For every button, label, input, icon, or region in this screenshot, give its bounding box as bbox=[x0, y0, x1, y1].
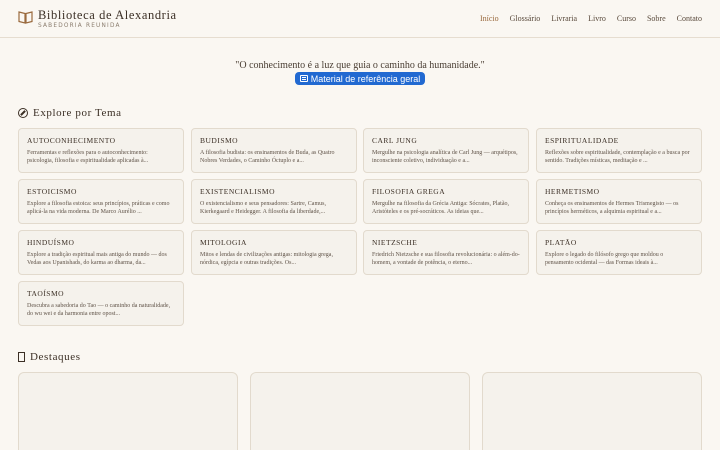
topic-card[interactable]: Espiritualidade Reflexões sobre espiritu… bbox=[536, 128, 702, 173]
site-header: Biblioteca de Alexandria Sabedoria Reuni… bbox=[0, 0, 720, 38]
topic-desc: Mitos e lendas de civilizações antigas: … bbox=[200, 252, 333, 266]
topic-title: Nietzsche bbox=[372, 238, 418, 247]
topic-title: Hermetismo bbox=[545, 187, 600, 196]
reference-badge-label: Material de referência geral bbox=[310, 73, 421, 84]
highlight-card[interactable] bbox=[482, 372, 702, 450]
highlight-card[interactable] bbox=[18, 372, 238, 450]
topic-desc: Friedrich Nietzsche e sua filosofia revo… bbox=[372, 252, 520, 266]
brand-subtitle: Sabedoria Reunida bbox=[38, 23, 121, 29]
main-nav: Início Glossário Livraria Livro Curso So… bbox=[480, 14, 702, 23]
compass-icon bbox=[18, 108, 28, 118]
highlights-section-title: Destaques bbox=[18, 351, 81, 363]
topic-card[interactable]: Nietzsche Friedrich Nietzsche e sua filo… bbox=[363, 230, 529, 275]
nav-item-contato[interactable]: Contato bbox=[677, 14, 702, 23]
nav-item-livraria[interactable]: Livraria bbox=[551, 14, 577, 23]
explore-section-title: Explore por Tema bbox=[18, 107, 122, 119]
topic-card[interactable]: Filosofia Grega Mergulhe na filosofia da… bbox=[363, 179, 529, 224]
topic-title: Estoicismo bbox=[27, 187, 77, 196]
topic-title: Filosofia Grega bbox=[372, 187, 446, 196]
open-book-icon[interactable] bbox=[18, 10, 33, 24]
topic-title: Platão bbox=[545, 238, 577, 247]
topic-desc: Explore a tradição espiritual mais antig… bbox=[27, 252, 167, 266]
brand-title[interactable]: Biblioteca de Alexandria bbox=[38, 8, 177, 23]
topic-card[interactable]: Estoicismo Explore a filosofia estoica: … bbox=[18, 179, 184, 224]
nav-item-curso[interactable]: Curso bbox=[617, 14, 636, 23]
nav-item-glossario[interactable]: Glossário bbox=[510, 14, 541, 23]
topic-desc: Explore a filosofia estoica: seus princí… bbox=[27, 201, 170, 215]
topic-title: Espiritualidade bbox=[545, 136, 619, 145]
topic-title: Autoconhecimento bbox=[27, 136, 116, 145]
topic-card[interactable]: Taoísmo Descubra a sabedoria do Tao — o … bbox=[18, 281, 184, 326]
nav-item-livro[interactable]: Livro bbox=[588, 14, 606, 23]
topic-card[interactable]: Carl Jung Mergulhe na psicologia analíti… bbox=[363, 128, 529, 173]
topic-desc: Mergulhe na filosofia da Grécia Antiga: … bbox=[372, 201, 510, 215]
topic-desc: Explore o legado do filósofo grego que m… bbox=[545, 252, 664, 266]
star-icon bbox=[18, 352, 25, 362]
book-reference-icon bbox=[299, 75, 308, 82]
explore-title-text: Explore por Tema bbox=[33, 107, 122, 119]
topic-card[interactable]: Autoconhecimento Ferramentas e reflexões… bbox=[18, 128, 184, 173]
topic-title: Carl Jung bbox=[372, 136, 418, 145]
topic-card[interactable]: Existencialismo O existencialismo e seus… bbox=[191, 179, 357, 224]
topic-card[interactable]: Mitologia Mitos e lendas de civilizações… bbox=[191, 230, 357, 275]
highlight-card[interactable] bbox=[250, 372, 470, 450]
topic-desc: Descubra a sabedoria do Tao — o caminho … bbox=[27, 303, 171, 317]
topic-desc: A filosofia budista: os ensinamentos de … bbox=[200, 150, 335, 164]
topic-title: Existencialismo bbox=[200, 187, 275, 196]
topic-card[interactable]: Budismo A filosofia budista: os ensiname… bbox=[191, 128, 357, 173]
nav-item-sobre[interactable]: Sobre bbox=[647, 14, 666, 23]
hero-quote: "O conhecimento é a luz que guia o camin… bbox=[235, 60, 485, 71]
topic-card[interactable]: Hinduísmo Explore a tradição espiritual … bbox=[18, 230, 184, 275]
topic-title: Budismo bbox=[200, 136, 239, 145]
highlights-title-text: Destaques bbox=[30, 351, 81, 363]
topic-title: Hinduísmo bbox=[27, 238, 75, 247]
topic-desc: Conheça os ensinamentos de Hermes Trisme… bbox=[545, 201, 679, 215]
topic-title: Mitologia bbox=[200, 238, 247, 247]
topic-card[interactable]: Platão Explore o legado do filósofo greg… bbox=[536, 230, 702, 275]
topic-desc: O existencialismo e seus pensadores: Sar… bbox=[200, 201, 326, 215]
topic-card[interactable]: Hermetismo Conheça os ensinamentos de He… bbox=[536, 179, 702, 224]
nav-item-inicio[interactable]: Início bbox=[480, 14, 499, 23]
topic-desc: Mergulhe na psicologia analítica de Carl… bbox=[372, 150, 518, 164]
topic-desc: Ferramentas e reflexões para o autoconhe… bbox=[27, 150, 149, 164]
topic-title: Taoísmo bbox=[27, 289, 65, 298]
reference-badge[interactable]: Material de referência geral bbox=[295, 72, 425, 85]
topic-desc: Reflexões sobre espiritualidade, contemp… bbox=[545, 150, 690, 164]
